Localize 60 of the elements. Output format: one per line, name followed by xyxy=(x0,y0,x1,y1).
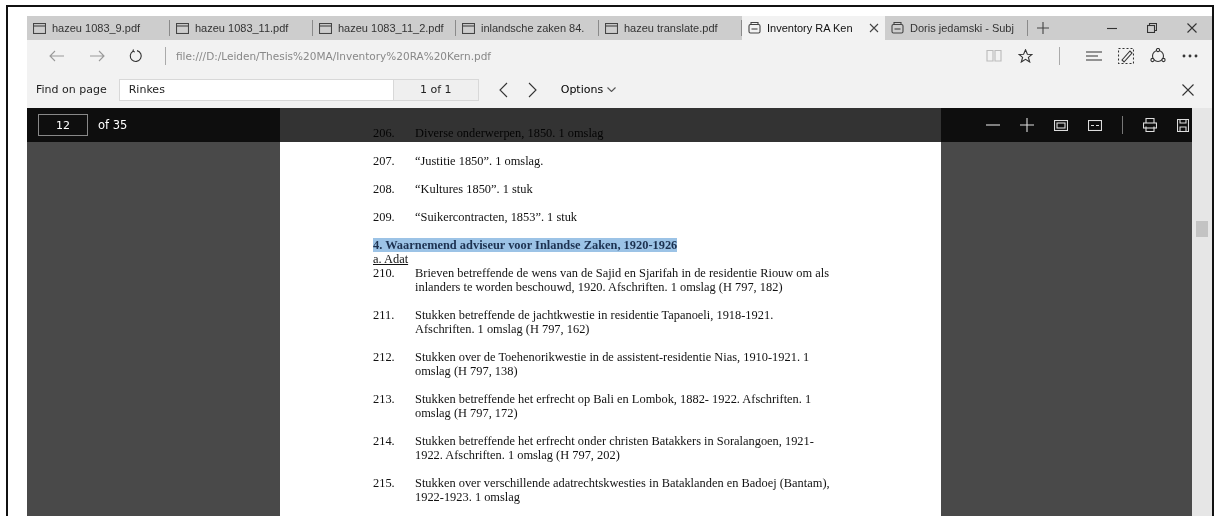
browser-tab[interactable]: hazeu 1083_9.pdf xyxy=(27,20,170,36)
chevron-down-icon xyxy=(607,87,617,92)
entry-number: 215. xyxy=(373,476,396,492)
entry-text: Stukken betreffende de jachtkwestie in residentie Tapanoeli, 1918-1921. Afschriften. 1 omslag (H 797, 162) xyxy=(415,308,774,336)
document-icon xyxy=(891,22,904,34)
find-field[interactable]: Rinkes xyxy=(118,78,393,101)
scroll-thumb[interactable] xyxy=(1196,221,1208,237)
share-icon[interactable] xyxy=(1150,48,1166,63)
next-icon[interactable] xyxy=(527,81,537,98)
close-icon[interactable] xyxy=(1187,23,1197,33)
browser-tab[interactable]: hazeu 1083_11_2.pdf xyxy=(313,20,456,36)
browser-tab[interactable]: hazeu 1083_11.pdf xyxy=(170,20,313,36)
restore-icon[interactable] xyxy=(1147,23,1157,33)
entry-text: “Justitie 1850”. 1 omslag. xyxy=(415,154,544,168)
fit-page-icon[interactable] xyxy=(1054,119,1068,131)
scrollbar[interactable] xyxy=(1192,108,1212,516)
more-icon[interactable] xyxy=(1182,53,1198,58)
entry-number: 209. xyxy=(373,210,396,224)
entry-number: 214. xyxy=(373,434,396,450)
match-count: 1 of 1 xyxy=(392,78,479,101)
page-total: of 35 xyxy=(98,118,128,132)
lines-icon[interactable] xyxy=(1086,50,1102,61)
entry-number: 213. xyxy=(373,392,396,408)
entry-number: 212. xyxy=(373,350,396,366)
subsection-heading: a. Adat xyxy=(373,252,409,266)
entry-number: 210. xyxy=(373,266,396,282)
document-icon xyxy=(748,22,761,34)
zoom-in-icon[interactable] xyxy=(1020,118,1034,132)
window-icon xyxy=(319,22,332,34)
entry-text: Stukken over verschillende adatrechtskwesties in Bataklanden en Badoej (Bantam), 1922-1923. 1 omslag xyxy=(415,476,830,504)
entry-number: 211. xyxy=(373,308,396,324)
browser-tab[interactable]: inlandsche zaken 84. xyxy=(456,20,599,36)
window-icon xyxy=(176,22,189,34)
browser-tab[interactable]: Doris jedamski - Subj xyxy=(885,20,1028,36)
close-icon[interactable] xyxy=(869,23,879,33)
window-icon xyxy=(605,22,618,34)
previous-icon[interactable] xyxy=(498,81,508,98)
options-dropdown[interactable]: Options xyxy=(554,82,623,97)
entry-text: Stukken betreffende het erfrecht op Bali en Lombok, 1882- 1922. Afschriften. 1 omslag (H 797, 172) xyxy=(415,392,812,420)
refresh-icon[interactable] xyxy=(129,48,143,63)
section-heading: 4. Waarnemend adviseur voor Inlandse Zaken, 1920-1926 xyxy=(373,238,678,252)
save-icon[interactable] xyxy=(1177,118,1189,132)
close-icon[interactable] xyxy=(1182,83,1194,96)
fit-width-icon[interactable] xyxy=(1088,119,1102,131)
find-label: Find on page xyxy=(36,83,107,96)
star-icon[interactable] xyxy=(1018,48,1033,63)
print-icon[interactable] xyxy=(1143,118,1157,132)
pen-icon[interactable] xyxy=(1118,47,1134,64)
entry-number: 208. xyxy=(373,182,396,196)
entry-text: Stukken over de Toehenorikwestie in de assistent-residentie Nias, 1910-1921. 1 omslag (H 797, 138) xyxy=(415,350,810,378)
page-number-field[interactable]: 12 xyxy=(38,114,88,136)
window-icon xyxy=(33,22,46,34)
entry-text: “Kultures 1850”. 1 stuk xyxy=(415,182,533,196)
entry-number: 207. xyxy=(373,154,396,168)
entry-text: “Suikercontracten, 1853”. 1 stuk xyxy=(415,210,578,224)
entry-text: Brieven betreffende de wens van de Sajid en Sjarifah in de residentie Riouw om als inlanders te worden beschouwd, 1920. Afschriften. 1 omslag (H 797, 182) xyxy=(415,266,830,294)
browser-tab[interactable]: Inventory RA Ken xyxy=(742,16,885,40)
new-tab-icon[interactable] xyxy=(1037,22,1049,34)
window-icon xyxy=(462,22,475,34)
entry-text: Stukken betreffende het erfrecht onder christen Batakkers in Soralangoen, 1921- 1922. Afschriften. 1 omslag (H 797, 202) xyxy=(415,434,814,462)
